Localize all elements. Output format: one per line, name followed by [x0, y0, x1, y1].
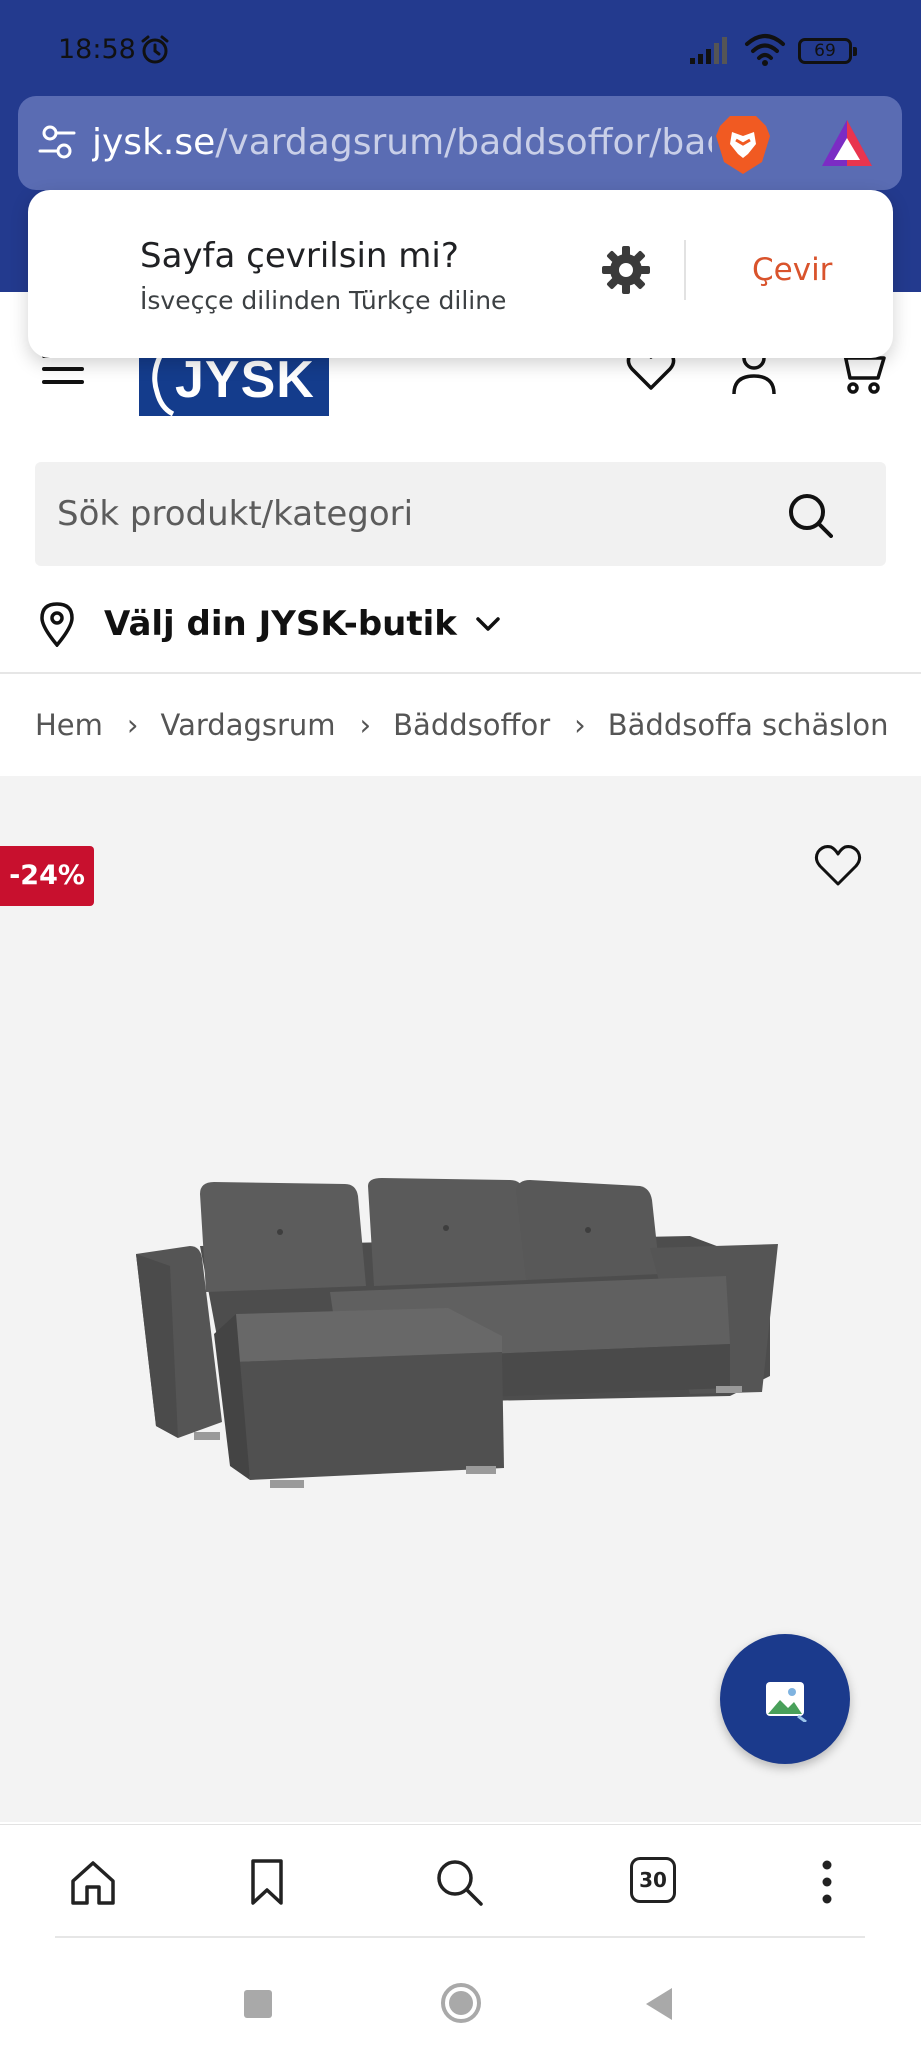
- recents-icon[interactable]: [244, 1990, 272, 2018]
- bookmark-icon[interactable]: [242, 1857, 292, 1907]
- battery-icon: 69: [798, 38, 857, 64]
- search-icon[interactable]: [434, 1857, 484, 1907]
- tab-count: 30: [639, 1868, 667, 1892]
- home-circle-icon[interactable]: [440, 1982, 482, 2024]
- translate-title: Sayfa çevrilsin mi?: [140, 236, 459, 276]
- toolbar-divider: [55, 1936, 865, 1938]
- breadcrumb-separator: ›: [359, 708, 372, 742]
- product-image-area: -24%: [0, 776, 921, 1822]
- breadcrumb-item-baddsoffor[interactable]: Bäddsoffor: [393, 708, 550, 742]
- store-label: Välj din JYSK-butik: [104, 604, 457, 644]
- search-bar: [35, 462, 886, 566]
- translate-subtitle: İsveççe dilinden Türkçe diline: [140, 286, 507, 315]
- search-input[interactable]: [57, 462, 757, 566]
- chevron-down-icon: [476, 617, 500, 631]
- brave-shields-icon[interactable]: [714, 114, 772, 176]
- breadcrumb-item-hem[interactable]: Hem: [35, 708, 103, 742]
- url-text[interactable]: jysk.se/vardagsrum/baddsoffor/bac: [92, 120, 712, 166]
- breadcrumb-item-product: Bäddsoffa schäslong VEJL: [607, 708, 887, 742]
- logo-text: JYSK: [175, 351, 315, 409]
- tabs-icon[interactable]: 30: [630, 1857, 676, 1903]
- breadcrumb-item-vardagsrum[interactable]: Vardagsrum: [161, 708, 336, 742]
- breadcrumb-separator: ›: [574, 708, 586, 742]
- tune-icon[interactable]: [38, 122, 76, 162]
- search-icon[interactable]: [787, 492, 833, 538]
- battery-level: 69: [814, 41, 836, 61]
- address-bar[interactable]: jysk.se/vardagsrum/baddsoffor/bac: [18, 96, 902, 190]
- back-icon[interactable]: [644, 1986, 674, 2022]
- header-divider: [0, 672, 921, 674]
- home-icon[interactable]: [68, 1857, 118, 1907]
- browser-bottom-toolbar: 30: [0, 1824, 921, 1936]
- store-selector[interactable]: Välj din JYSK-butik: [38, 596, 501, 652]
- alarm-icon: [141, 35, 169, 64]
- translate-divider: [684, 240, 686, 300]
- settings-gear-icon[interactable]: [600, 244, 652, 296]
- product-image-sofa[interactable]: [130, 1176, 790, 1506]
- more-vert-icon[interactable]: [802, 1857, 852, 1907]
- status-time: 18:58: [58, 34, 136, 65]
- location-pin-icon: [40, 602, 74, 647]
- image-search-icon: [766, 1682, 807, 1722]
- breadcrumb: Hem › Vardagsrum › Bäddsoffor › Bäddsoffa schä…: [35, 700, 887, 750]
- discount-badge: -24%: [0, 846, 94, 906]
- signal-icon: [690, 37, 727, 64]
- visual-search-button[interactable]: [720, 1634, 850, 1764]
- translate-button[interactable]: Çevir: [752, 252, 832, 288]
- translate-popup: Sayfa çevrilsin mi? İsveççe dilinden Tür…: [28, 190, 893, 358]
- brave-rewards-icon[interactable]: [818, 116, 876, 172]
- breadcrumb-separator: ›: [126, 708, 139, 742]
- url-path: /vardagsrum/baddsoffor/bac: [215, 122, 712, 163]
- system-nav-bar: [0, 1940, 921, 2048]
- add-to-wishlist-icon[interactable]: [814, 844, 862, 888]
- wifi-icon: [745, 34, 785, 66]
- url-host: jysk.se: [92, 122, 216, 163]
